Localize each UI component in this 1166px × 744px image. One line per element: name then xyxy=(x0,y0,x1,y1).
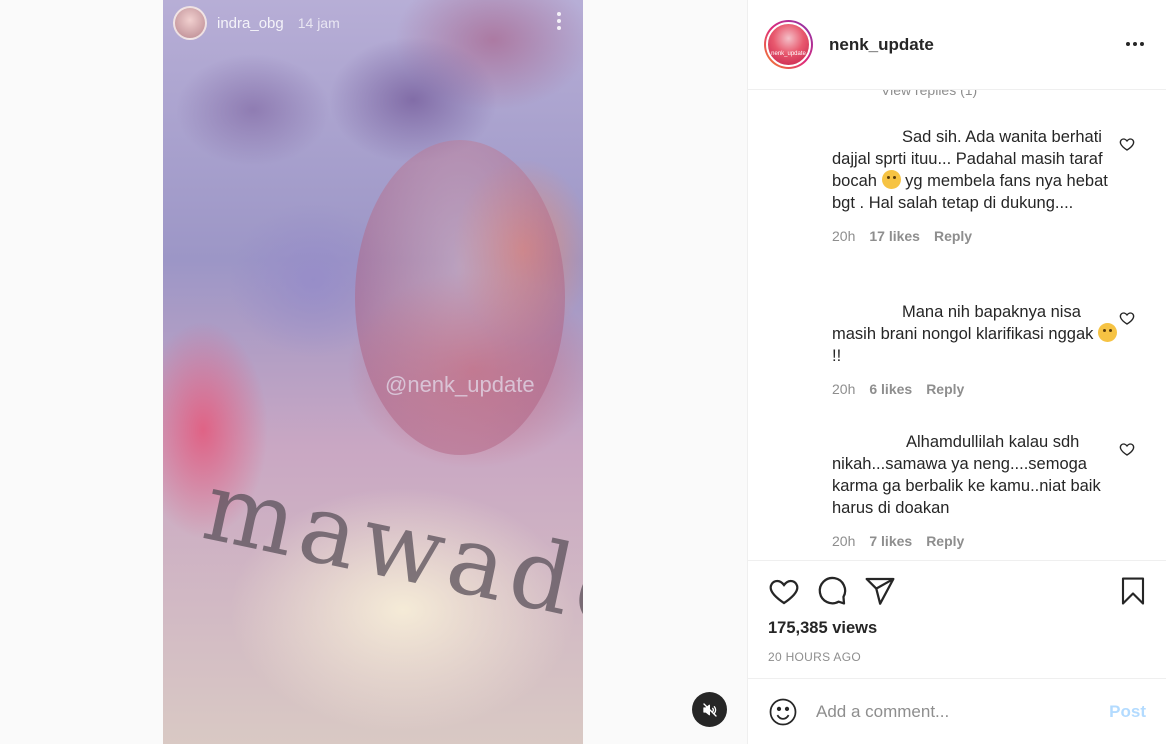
comment-form: Post xyxy=(748,678,1166,744)
watermark-image xyxy=(355,140,565,455)
post-panel: nenk_update nenk_update View replies (1)… xyxy=(747,0,1166,744)
heart-icon[interactable] xyxy=(1119,441,1135,457)
comment-text: Alhamdullilah kalau sdh nikah...samawa y… xyxy=(832,433,1101,517)
post-button[interactable]: Post xyxy=(1109,702,1146,722)
mute-button[interactable] xyxy=(692,692,727,727)
comments-list: View replies (1) Sad sih. Ada wanita ber… xyxy=(748,90,1166,560)
post-date: 20 HOURS AGO xyxy=(768,650,861,664)
video-player[interactable]: @nenk_update mawadd indra_obg 14 jam xyxy=(163,0,583,744)
media-area: @nenk_update mawadd indra_obg 14 jam xyxy=(0,0,747,744)
heart-icon[interactable] xyxy=(1119,310,1135,326)
comment-item: Mana nih bapaknya nisa masih brani nongo… xyxy=(832,301,1122,397)
comment-time[interactable]: 20h xyxy=(832,533,855,549)
post-header: nenk_update nenk_update xyxy=(748,0,1166,90)
reply-button[interactable]: Reply xyxy=(926,381,964,397)
share-icon[interactable] xyxy=(864,575,896,607)
bookmark-icon[interactable] xyxy=(1118,575,1148,607)
story-username: indra_obg xyxy=(217,14,284,32)
comment-meta: 20h 7 likes Reply xyxy=(832,533,1122,549)
story-avatar xyxy=(173,6,207,40)
more-options-icon[interactable] xyxy=(1126,42,1144,46)
story-time: 14 jam xyxy=(297,15,340,31)
comment-likes[interactable]: 6 likes xyxy=(869,381,912,397)
comment-item: Sad sih. Ada wanita berhati dajjal sprti… xyxy=(832,126,1122,244)
view-replies-link[interactable]: View replies (1) xyxy=(881,90,977,98)
speaker-muted-icon xyxy=(702,702,717,717)
comment-likes[interactable]: 17 likes xyxy=(869,228,920,244)
comment-input[interactable] xyxy=(816,701,1086,722)
comment-text: Sad sih. Ada wanita berhati dajjal sprti… xyxy=(832,128,1108,212)
watermark-text: @nenk_update xyxy=(385,372,535,397)
emoji-icon[interactable] xyxy=(768,697,798,727)
comment-meta: 20h 17 likes Reply xyxy=(832,228,1122,244)
post-actions: 175,385 views 20 HOURS AGO xyxy=(748,560,1166,678)
comment-icon[interactable] xyxy=(816,575,848,607)
reply-button[interactable]: Reply xyxy=(926,533,964,549)
heart-icon[interactable] xyxy=(768,575,800,607)
comment-meta: 20h 6 likes Reply xyxy=(832,381,1122,397)
comment-time[interactable]: 20h xyxy=(832,381,855,397)
heart-icon[interactable] xyxy=(1119,136,1135,152)
header-username[interactable]: nenk_update xyxy=(829,35,934,55)
views-count[interactable]: 175,385 views xyxy=(768,619,877,638)
comment-item: Alhamdullilah kalau sdh nikah...samawa y… xyxy=(832,431,1122,549)
comment-time[interactable]: 20h xyxy=(832,228,855,244)
avatar-caption: nenk_update xyxy=(771,51,806,57)
story-more-icon xyxy=(557,12,563,33)
handwritten-text: mawadd xyxy=(194,450,583,653)
worried-face-icon xyxy=(881,170,901,189)
avatar[interactable]: nenk_update xyxy=(764,20,813,69)
comment-text: Mana nih bapaknya nisa masih brani nongo… xyxy=(832,301,1122,367)
grinning-sweat-face-icon xyxy=(1097,323,1117,342)
story-header: indra_obg 14 jam xyxy=(173,6,340,40)
reply-button[interactable]: Reply xyxy=(934,228,972,244)
comment-likes[interactable]: 7 likes xyxy=(869,533,912,549)
